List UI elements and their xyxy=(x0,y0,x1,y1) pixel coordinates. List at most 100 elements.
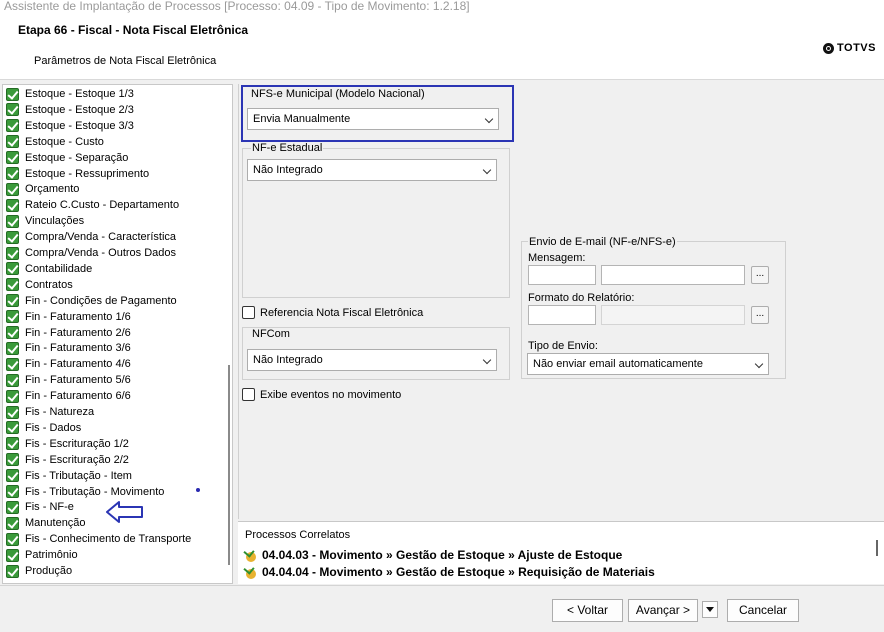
tree-item[interactable]: Estoque - Estoque 2/3 xyxy=(6,102,134,118)
tree-item-label: Estoque - Ressuprimento xyxy=(25,167,150,180)
chevron-down-icon xyxy=(754,359,764,369)
cancel-button[interactable]: Cancelar xyxy=(727,599,799,622)
next-button[interactable]: Avançar > xyxy=(628,599,698,622)
tree-item[interactable]: Compra/Venda - Outros Dados xyxy=(6,245,176,261)
tree-item-label: Fis - Tributação - Item xyxy=(25,469,132,482)
tree-item[interactable]: Manutenção xyxy=(6,515,86,531)
tree-item-label: Compra/Venda - Outros Dados xyxy=(25,247,177,259)
nfse-municipal-select[interactable]: Envia Manualmente xyxy=(247,108,499,130)
tree-item[interactable]: Estoque - Estoque 1/3 xyxy=(6,86,134,102)
tree-item[interactable]: Contratos xyxy=(6,277,73,293)
tree-item[interactable]: Patrimônio xyxy=(6,547,78,563)
tree-item-label: Fin - Faturamento 6/6 xyxy=(25,390,131,403)
totvs-logo-icon xyxy=(823,42,835,54)
completed-check-icon xyxy=(6,87,19,101)
next-options-dropdown[interactable] xyxy=(702,601,718,618)
tree-item[interactable]: Fis - Conhecimento de Transporte xyxy=(6,531,191,547)
tree-item[interactable]: Estoque - Separação xyxy=(6,150,128,166)
tree-item-label: Fis - Dados xyxy=(25,421,82,434)
completed-check-icon xyxy=(6,135,19,149)
back-button[interactable]: < Voltar xyxy=(552,599,623,622)
mensagem-lookup-button[interactable]: ... xyxy=(751,266,769,284)
tree-item[interactable]: Estoque - Custo xyxy=(6,134,104,150)
process-check-icon xyxy=(243,563,258,579)
tree-item[interactable]: Compra/Venda - Característica xyxy=(6,229,176,245)
mensagem-description-input[interactable] xyxy=(601,265,745,285)
nfse-municipal-value: Envia Manualmente xyxy=(253,113,351,125)
wizard-header: Etapa 66 - Fiscal - Nota Fiscal Eletrôni… xyxy=(0,14,884,80)
tree-scrollbar[interactable] xyxy=(228,365,230,565)
formato-lookup-button[interactable]: ... xyxy=(751,306,769,324)
annotation-arrow-icon xyxy=(106,501,143,523)
mensagem-code-input[interactable] xyxy=(528,265,596,285)
tree-item[interactable]: Produção xyxy=(6,563,72,579)
tree-item[interactable]: Fis - Natureza xyxy=(6,404,94,420)
completed-check-icon xyxy=(6,103,19,117)
email-group-label: Envio de E-mail (NF-e/NFS-e) xyxy=(528,236,677,248)
tree-item[interactable]: Rateio C.Custo - Departamento xyxy=(6,197,179,213)
tree-item-label: Contabilidade xyxy=(25,262,93,275)
tree-item[interactable]: Fin - Faturamento 2/6 xyxy=(6,325,131,341)
parameters-panel: NFS-e Municipal (Modelo Nacional) Envia … xyxy=(238,84,884,519)
completed-check-icon xyxy=(6,151,19,165)
completed-check-icon xyxy=(6,500,19,514)
nfcom-value: Não Integrado xyxy=(253,354,323,366)
formato-code-input[interactable] xyxy=(528,305,596,325)
nfcom-select[interactable]: Não Integrado xyxy=(247,349,497,371)
tree-item-label: Fis - Conhecimento de Transporte xyxy=(25,533,192,546)
tree-item[interactable]: Vinculações xyxy=(6,213,84,229)
nfe-estadual-value: Não Integrado xyxy=(253,164,323,176)
tree-item[interactable]: Fin - Faturamento 3/6 xyxy=(6,340,131,356)
referencia-nfe-checkbox[interactable] xyxy=(242,306,255,319)
chevron-down-icon xyxy=(484,114,494,124)
completed-check-icon xyxy=(6,246,19,260)
tree-item-label: Estoque - Estoque 3/3 xyxy=(25,119,134,132)
referencia-nfe-label: Referencia Nota Fiscal Eletrônica xyxy=(260,307,424,319)
tree-item-label: Fin - Faturamento 4/6 xyxy=(25,358,131,371)
tree-item[interactable]: Fin - Faturamento 4/6 xyxy=(6,356,131,372)
process-row-text: 04.04.03 - Movimento » Gestão de Estoque… xyxy=(262,548,623,562)
tipo-envio-select[interactable]: Não enviar email automaticamente xyxy=(527,353,769,375)
completed-check-icon xyxy=(6,373,19,387)
tree-item[interactable]: Fin - Faturamento 5/6 xyxy=(6,372,131,388)
tree-item[interactable]: Orçamento xyxy=(6,181,79,197)
completed-check-icon xyxy=(6,389,19,403)
completed-check-icon xyxy=(6,421,19,435)
tree-item[interactable]: Contabilidade xyxy=(6,261,92,277)
tree-item[interactable]: Fin - Faturamento 1/6 xyxy=(6,309,131,325)
tree-item-label: Manutenção xyxy=(25,517,86,530)
completed-check-icon xyxy=(6,564,19,578)
tree-item[interactable]: Fis - Tributação - Item xyxy=(6,468,132,484)
nfe-estadual-label: NF-e Estadual xyxy=(251,142,324,154)
completed-check-icon xyxy=(6,469,19,483)
tree-item-label: Fin - Faturamento 5/6 xyxy=(25,374,131,387)
tree-item-label: Fis - Escrituração 2/2 xyxy=(25,453,129,466)
processes-scrollbar[interactable] xyxy=(876,540,878,556)
tree-item[interactable]: Fis - NF-e xyxy=(6,499,74,515)
exibe-eventos-checkbox[interactable] xyxy=(242,388,255,401)
tree-item[interactable]: Estoque - Estoque 3/3 xyxy=(6,118,134,134)
tree-item[interactable]: Estoque - Ressuprimento xyxy=(6,166,149,182)
tree-item[interactable]: Fin - Faturamento 6/6 xyxy=(6,388,131,404)
tree-item[interactable]: Fis - Escrituração 1/2 xyxy=(6,436,129,452)
completed-check-icon xyxy=(6,548,19,562)
tree-item[interactable]: Fis - Escrituração 2/2 xyxy=(6,452,129,468)
tree-item[interactable]: Fis - Tributação - Movimento xyxy=(6,484,164,500)
formato-label: Formato do Relatório: xyxy=(528,292,635,304)
completed-check-icon xyxy=(6,357,19,371)
completed-check-icon xyxy=(6,326,19,339)
tree-item-label: Fis - Natureza xyxy=(25,406,95,418)
tree-item[interactable]: Fin - Condições de Pagamento xyxy=(6,293,177,309)
formato-description-input xyxy=(601,305,745,325)
completed-check-icon xyxy=(6,294,19,308)
tree-item-label: Fin - Condições de Pagamento xyxy=(25,294,177,307)
process-row[interactable]: 04.04.03 - Movimento » Gestão de Estoque… xyxy=(243,546,623,563)
tree-item-label: Rateio C.Custo - Departamento xyxy=(25,199,180,212)
tree-item[interactable]: Fis - Dados xyxy=(6,420,81,436)
related-processes-title: Processos Correlatos xyxy=(245,529,351,541)
exibe-eventos-label: Exibe eventos no movimento xyxy=(260,389,402,401)
process-row[interactable]: 04.04.04 - Movimento » Gestão de Estoque… xyxy=(243,563,655,580)
completed-check-icon xyxy=(6,516,19,530)
process-check-icon xyxy=(243,546,258,562)
nfe-estadual-select[interactable]: Não Integrado xyxy=(247,159,497,181)
